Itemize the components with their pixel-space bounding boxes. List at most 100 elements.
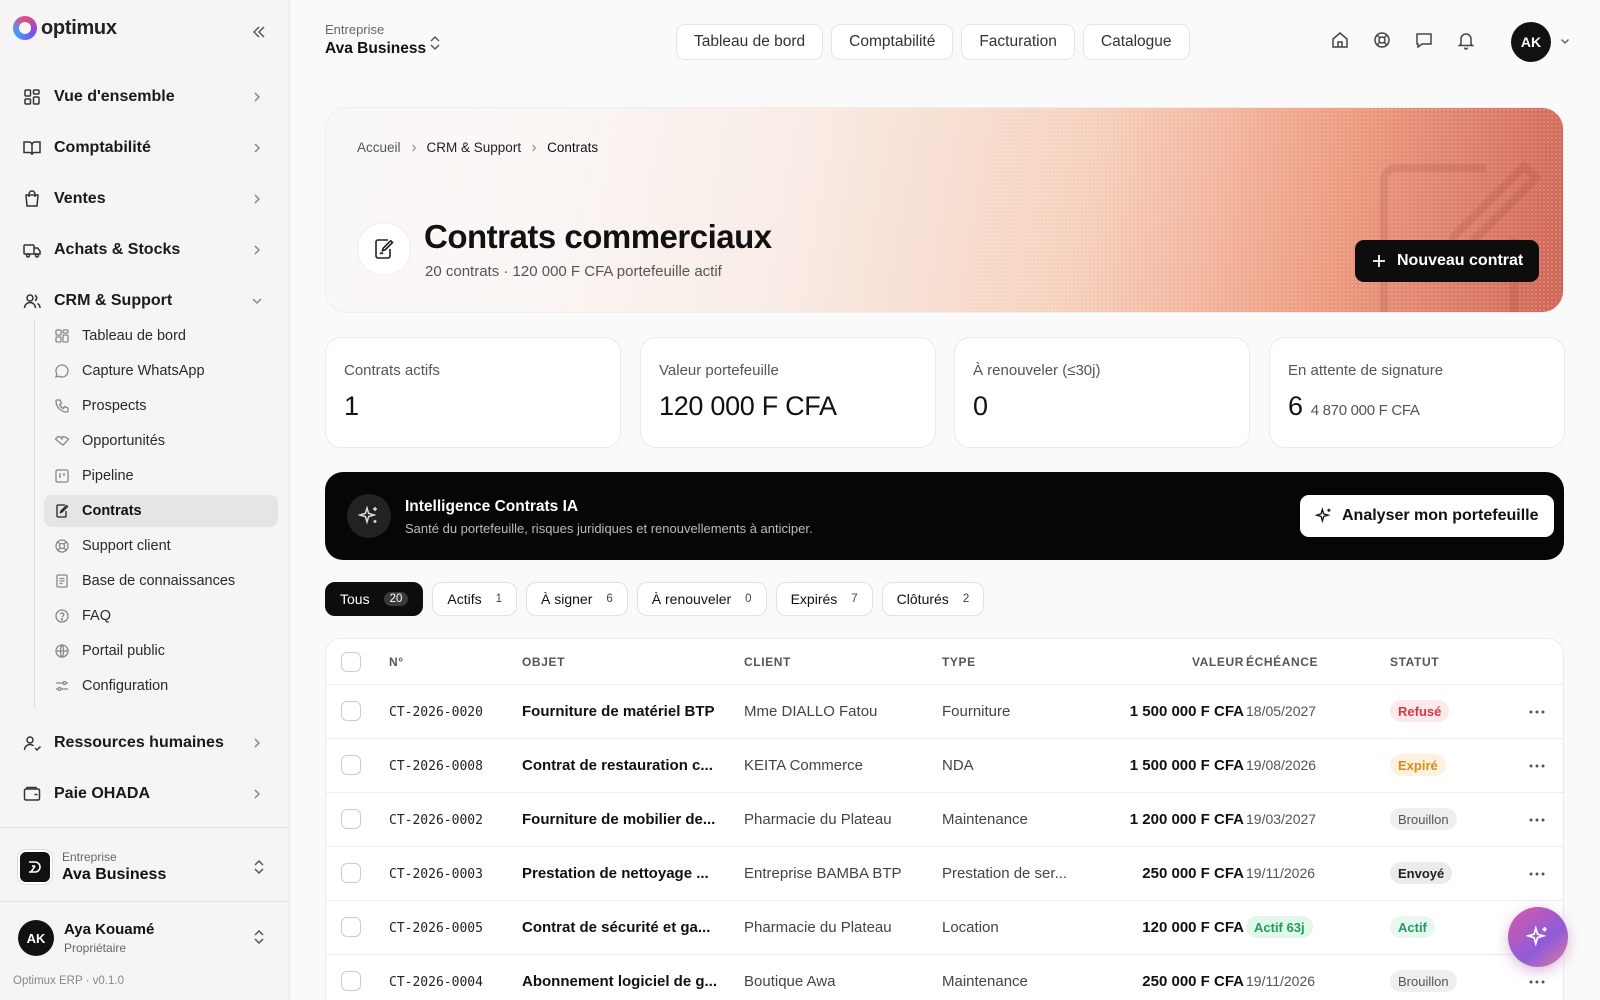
- analyze-portfolio-button[interactable]: Analyser mon portefeuille: [1300, 495, 1554, 537]
- filter-count: 2: [962, 593, 970, 605]
- column-header-num[interactable]: N°: [389, 655, 404, 669]
- top-tab-facturation[interactable]: Facturation: [961, 24, 1075, 60]
- sidebar-subitem-base-connaissances[interactable]: Base de connaissances: [44, 565, 278, 597]
- filter-chip-actifs[interactable]: Actifs 1: [432, 582, 518, 616]
- dashboard-icon: [55, 329, 69, 343]
- table-row[interactable]: CT-2026-0004 Abonnement logiciel de g...…: [326, 955, 1563, 1000]
- cell-num: CT-2026-0008: [389, 759, 483, 774]
- row-checkbox[interactable]: [341, 701, 361, 721]
- sidebar-item-ressources-humaines[interactable]: Ressources humaines: [12, 722, 276, 764]
- lifebuoy-icon: [55, 539, 69, 553]
- sidebar-subitem-label: Support client: [82, 538, 171, 554]
- sidebar-item-comptabilite[interactable]: Comptabilité: [12, 127, 276, 169]
- column-header-statut[interactable]: STATUT: [1390, 655, 1439, 669]
- table-row[interactable]: CT-2026-0008 Contrat de restauration c..…: [326, 739, 1563, 793]
- filter-label: Tous: [340, 591, 370, 607]
- company-switcher[interactable]: Entreprise Ava Business: [10, 838, 280, 896]
- row-checkbox[interactable]: [341, 917, 361, 937]
- select-all-checkbox[interactable]: [341, 652, 361, 672]
- sidebar-subitem-support-client[interactable]: Support client: [44, 530, 278, 562]
- kpi-card-valeur-portefeuille: Valeur portefeuille 120 000 F CFA: [640, 337, 936, 448]
- sidebar-item-label: Paie OHADA: [54, 785, 151, 802]
- top-tab-catalogue[interactable]: Catalogue: [1082, 24, 1190, 60]
- sidebar-subitem-prospects[interactable]: Prospects: [44, 390, 278, 422]
- sidebar-subitem-opportunites[interactable]: Opportunités: [44, 425, 278, 457]
- row-checkbox[interactable]: [341, 971, 361, 991]
- page-subtitle: 20 contrats · 120 000 F CFA portefeuille…: [425, 263, 722, 280]
- filter-label: Actifs: [447, 591, 482, 607]
- help-icon[interactable]: [1372, 30, 1392, 50]
- row-checkbox[interactable]: [341, 809, 361, 829]
- message-icon[interactable]: [1414, 30, 1434, 50]
- column-header-client[interactable]: CLIENT: [744, 655, 791, 669]
- sidebar-item-ventes[interactable]: Ventes: [12, 178, 276, 220]
- kanban-icon: [55, 469, 69, 483]
- filter-chip-expires[interactable]: Expirés 7: [775, 582, 873, 616]
- sidebar-item-crm-support[interactable]: CRM & Support: [12, 280, 276, 322]
- filter-chip-a-signer[interactable]: À signer 6: [526, 582, 628, 616]
- breadcrumb-item-accueil[interactable]: Accueil: [357, 140, 401, 155]
- sidebar-item-paie-ohada[interactable]: Paie OHADA: [12, 773, 276, 815]
- column-header-echeance[interactable]: ÉCHÉANCE: [1246, 655, 1318, 669]
- user-menu[interactable]: AK Aya Kouamé Propriétaire: [10, 908, 280, 968]
- more-horizontal-icon[interactable]: [1528, 759, 1546, 773]
- more-horizontal-icon[interactable]: [1528, 975, 1546, 989]
- column-header-type[interactable]: TYPE: [942, 655, 976, 669]
- brand-logo[interactable]: optimux: [13, 16, 117, 40]
- contracts-table: N° OBJET CLIENT TYPE VALEUR ÉCHÉANCE STA…: [325, 638, 1564, 1000]
- more-horizontal-icon[interactable]: [1528, 813, 1546, 827]
- cell-objet: Fourniture de mobilier de...: [522, 811, 716, 828]
- sidebar-item-achats-stocks[interactable]: Achats & Stocks: [12, 229, 276, 271]
- sidebar-subitem-portail-public[interactable]: Portail public: [44, 635, 278, 667]
- sidebar-item-label: Achats & Stocks: [54, 241, 181, 258]
- company-logo-icon: [18, 850, 52, 884]
- cell-objet: Fourniture de matériel BTP: [522, 703, 715, 720]
- row-checkbox[interactable]: [341, 755, 361, 775]
- table-row[interactable]: CT-2026-0002 Fourniture de mobilier de..…: [326, 793, 1563, 847]
- table-row[interactable]: CT-2026-0005 Contrat de sécurité et ga..…: [326, 901, 1563, 955]
- bell-icon[interactable]: [1456, 30, 1476, 50]
- sidebar-subitem-contrats[interactable]: Contrats: [44, 495, 278, 527]
- filter-chip-clotures[interactable]: Clôturés 2: [881, 582, 985, 616]
- ai-assistant-fab[interactable]: [1508, 907, 1568, 967]
- topbar-company-switcher[interactable]: Entreprise Ava Business: [325, 22, 440, 58]
- home-icon[interactable]: [1330, 30, 1350, 50]
- table-row[interactable]: CT-2026-0003 Prestation de nettoyage ...…: [326, 847, 1563, 901]
- file-signature-icon: [375, 239, 394, 259]
- sidebar-subitem-label: Pipeline: [82, 468, 134, 484]
- filter-label: À signer: [541, 591, 593, 607]
- cell-echeance: 19/08/2026: [1246, 757, 1317, 773]
- cell-objet: Abonnement logiciel de g...: [522, 973, 718, 990]
- table-row[interactable]: CT-2026-0020 Fourniture de matériel BTP …: [326, 685, 1563, 739]
- kpi-value: 120 000 F CFA: [659, 391, 837, 421]
- sidebar-subitem-faq[interactable]: FAQ: [44, 600, 278, 632]
- more-horizontal-icon[interactable]: [1528, 867, 1546, 881]
- cell-objet: Contrat de restauration c...: [522, 757, 713, 774]
- breadcrumb-item-crm[interactable]: CRM & Support: [427, 140, 522, 155]
- filter-chip-tous[interactable]: Tous 20: [325, 582, 424, 616]
- sidebar-item-vue-ensemble[interactable]: Vue d'ensemble: [12, 76, 276, 118]
- sidebar-subitem-configuration[interactable]: Configuration: [44, 670, 278, 702]
- sidebar-subitem-pipeline[interactable]: Pipeline: [44, 460, 278, 492]
- new-contract-button[interactable]: Nouveau contrat: [1355, 240, 1540, 282]
- status-badge: Expiré: [1390, 754, 1446, 776]
- file-signature-watermark-icon: [1380, 160, 1542, 312]
- more-horizontal-icon[interactable]: [1528, 705, 1546, 719]
- status-badge: Brouillon: [1390, 970, 1457, 992]
- cell-valeur: 250 000 F CFA: [1142, 973, 1244, 990]
- column-header-objet[interactable]: OBJET: [522, 655, 565, 669]
- sidebar-subitem-capture-whatsapp[interactable]: Capture WhatsApp: [44, 355, 278, 387]
- collapse-sidebar-button[interactable]: [249, 22, 269, 42]
- chevron-down-icon[interactable]: [1559, 35, 1571, 47]
- column-header-valeur[interactable]: VALEUR: [1168, 655, 1244, 669]
- sidebar-subitem-tableau-de-bord[interactable]: Tableau de bord: [44, 320, 278, 352]
- cell-objet: Prestation de nettoyage ...: [522, 865, 709, 882]
- filter-count: 6: [606, 593, 613, 605]
- row-checkbox[interactable]: [341, 863, 361, 883]
- user-avatar-button[interactable]: AK: [1511, 22, 1551, 62]
- filter-chip-a-renouveler[interactable]: À renouveler 0: [636, 582, 767, 616]
- cell-objet: Contrat de sécurité et ga...: [522, 919, 711, 936]
- status-badge: Actif: [1390, 916, 1435, 938]
- top-tab-tableau-de-bord[interactable]: Tableau de bord: [676, 24, 824, 60]
- top-tab-comptabilite[interactable]: Comptabilité: [831, 24, 954, 60]
